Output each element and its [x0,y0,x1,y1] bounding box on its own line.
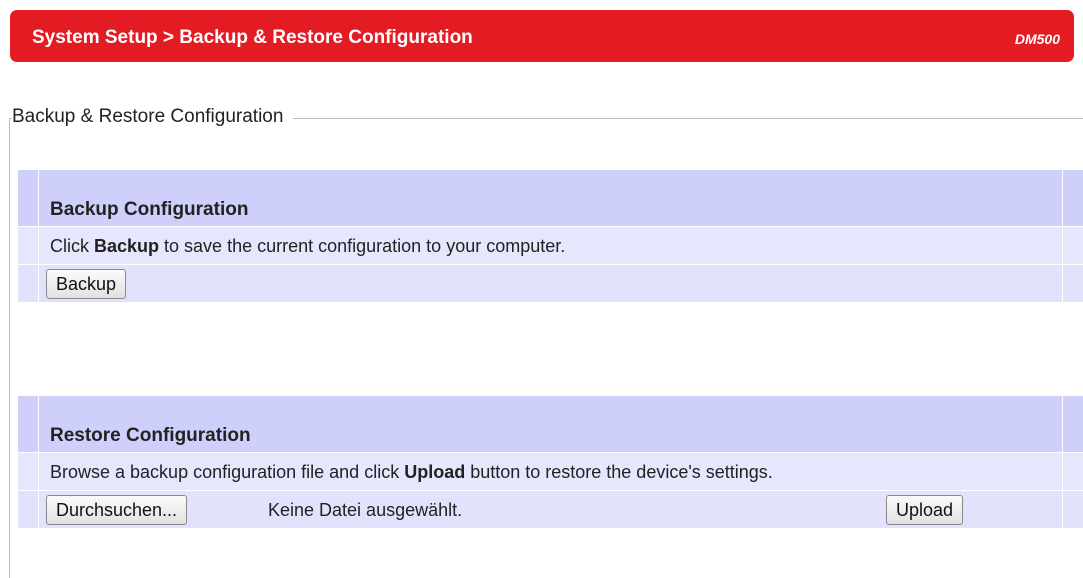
panel-left-stripe [18,227,39,264]
restore-panel-header: Restore Configuration [18,396,1083,452]
panel-left-stripe [18,453,39,490]
panel-right-stripe [1062,227,1063,264]
restore-desc-text-end: button to restore the device's settings. [465,462,773,482]
backup-desc-bold: Backup [94,236,160,256]
breadcrumb: System Setup > Backup & Restore Configur… [32,27,473,48]
backup-description: Click Backup to save the current configu… [50,236,565,257]
backup-desc-text: Click [50,236,94,256]
device-model-label: DM500 [1014,31,1060,47]
panel-left-stripe [18,491,39,528]
restore-section-title: Restore Configuration [50,425,251,446]
panel-left-stripe [18,396,39,452]
upload-button[interactable]: Upload [886,495,964,525]
panel-right-stripe [1062,170,1063,226]
backup-panel: Backup Configuration Click Backup to sav… [18,170,1083,302]
panel-right-stripe [1062,491,1063,528]
fieldset-legend: Backup & Restore Configuration [12,106,294,128]
backup-panel-header: Backup Configuration [18,170,1083,226]
backup-desc-text-end: to save the current configuration to you… [159,236,566,256]
panel-right-stripe [1062,396,1063,452]
panel-right-stripe [1062,453,1063,490]
panel-right-stripe [1062,265,1063,302]
backup-description-row: Click Backup to save the current configu… [18,226,1083,264]
restore-action-row: Durchsuchen... Keine Datei ausgewählt. U… [18,490,1083,528]
restore-description: Browse a backup configuration file and c… [50,462,773,483]
browse-file-button[interactable]: Durchsuchen... [46,495,188,525]
panel-left-stripe [18,170,39,226]
backup-section-title: Backup Configuration [50,199,249,220]
page-title-bar: System Setup > Backup & Restore Configur… [10,10,1074,62]
restore-desc-text: Browse a backup configuration file and c… [50,462,405,482]
panel-left-stripe [18,265,39,302]
restore-panel: Restore Configuration Browse a backup co… [18,396,1083,528]
selected-file-status: Keine Datei ausgewählt. [268,500,463,520]
restore-description-row: Browse a backup configuration file and c… [18,452,1083,490]
restore-desc-bold: Upload [404,462,466,482]
backup-button[interactable]: Backup [46,269,127,299]
backup-action-row: Backup [18,264,1083,302]
